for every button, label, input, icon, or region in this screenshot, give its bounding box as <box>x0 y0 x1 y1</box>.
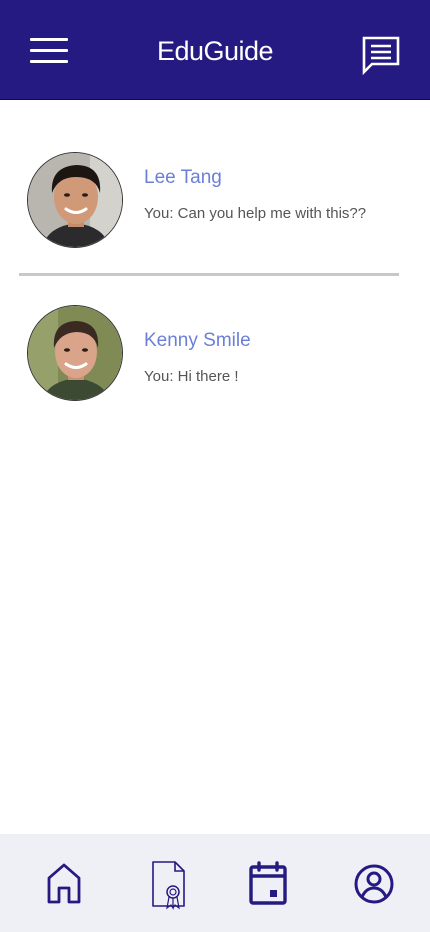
calendar-icon <box>249 861 287 905</box>
home-icon <box>47 863 81 904</box>
message-square-icon <box>362 36 400 76</box>
avatar <box>27 305 123 401</box>
avatar <box>27 152 123 248</box>
contact-name: Kenny Smile <box>144 330 251 351</box>
nav-certificates-button[interactable] <box>145 858 193 910</box>
conversation-item[interactable]: Lee Tang You: Can you help me with this?… <box>0 140 430 260</box>
last-message: You: Can you help me with this?? <box>144 205 367 222</box>
avatar-photo-kenny-smile <box>28 306 122 400</box>
conversation-item[interactable]: Kenny Smile You: Hi there ! <box>0 293 430 413</box>
user-profile-icon <box>354 864 394 904</box>
messages-button[interactable] <box>361 35 401 76</box>
contact-name: Lee Tang <box>144 167 222 188</box>
certificate-document-icon <box>152 861 185 910</box>
conversation-divider <box>19 273 399 276</box>
nav-calendar-button[interactable] <box>244 858 292 910</box>
last-message: You: Hi there ! <box>144 368 239 385</box>
avatar-photo-lee-tang <box>28 153 122 247</box>
nav-home-button[interactable] <box>40 858 88 910</box>
nav-profile-button[interactable] <box>350 858 398 910</box>
bottom-nav <box>0 834 430 932</box>
app-header: EduGuide <box>0 0 430 100</box>
